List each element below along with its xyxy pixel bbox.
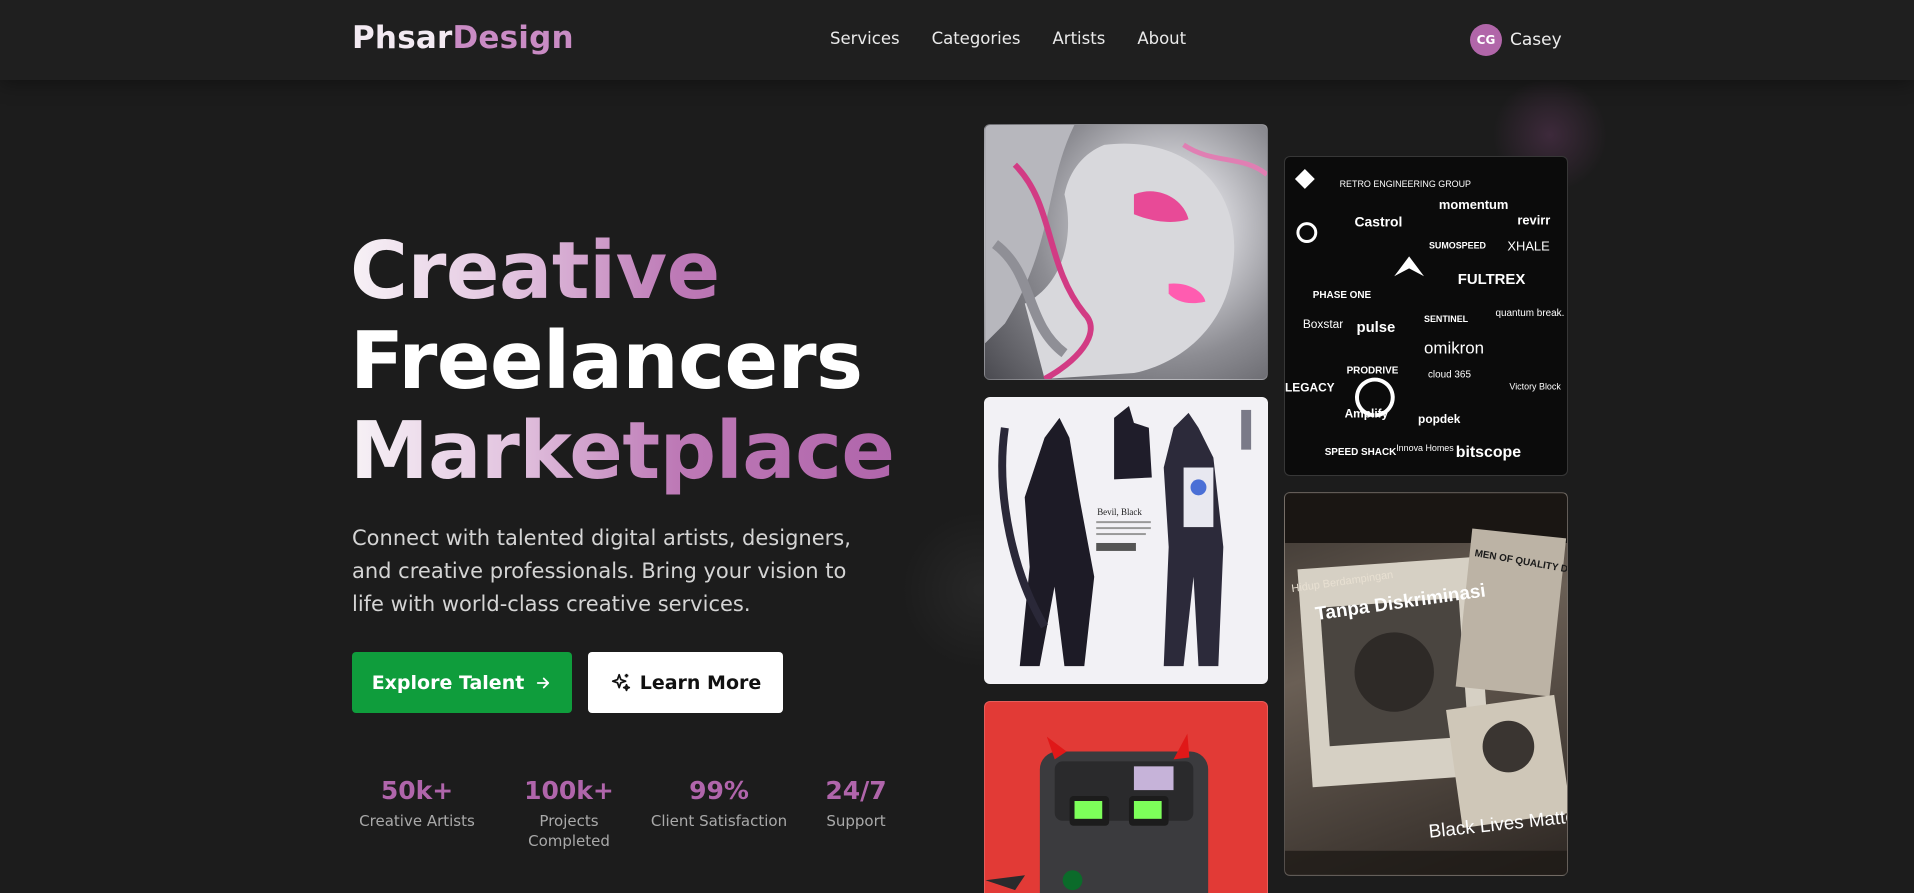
stat-satisfaction: 99% Client Satisfaction bbox=[644, 776, 794, 831]
headline-line-2: Freelancers bbox=[350, 315, 863, 407]
hero-headline: Creative Freelancers Marketplace bbox=[350, 226, 895, 496]
logo-text: LEGACY bbox=[1285, 380, 1335, 394]
gallery-image-chrome-face[interactable] bbox=[984, 124, 1268, 380]
logo-text: bitscope bbox=[1456, 444, 1521, 461]
logo-text: PRODRIVE bbox=[1347, 366, 1399, 377]
gallery-image-robot[interactable] bbox=[984, 701, 1268, 893]
explore-talent-label: Explore Talent bbox=[371, 671, 525, 694]
logo-text: SPEED SHACK bbox=[1325, 447, 1397, 458]
poster-collage-illustration: Hidup Berdampingan Tanpa Diskriminasi ME… bbox=[1285, 493, 1567, 875]
user-menu[interactable]: CG Casey bbox=[1470, 24, 1562, 56]
stat-artists: 50k+ Creative Artists bbox=[352, 776, 482, 831]
logo-text: pulse bbox=[1356, 320, 1395, 336]
stat-value: 100k+ bbox=[524, 776, 614, 805]
logo-text: popdek bbox=[1418, 412, 1461, 426]
logo-text: cloud 365 bbox=[1428, 370, 1471, 381]
logo-text: revirr bbox=[1517, 213, 1550, 228]
logo-text: Boxstar bbox=[1303, 317, 1343, 331]
sparkles-icon bbox=[610, 672, 632, 694]
logo-text: RETRO ENGINEERING GROUP bbox=[1340, 179, 1471, 189]
stat-value: 24/7 bbox=[825, 776, 887, 805]
logo-text: Castrol bbox=[1355, 214, 1403, 230]
stat-label: Client Satisfaction bbox=[650, 812, 788, 830]
character-name-label: Bevil, Black bbox=[1097, 507, 1142, 517]
stat-label: Support bbox=[826, 812, 886, 830]
learn-more-button[interactable]: Learn More bbox=[588, 652, 783, 713]
stat-label: Projects Completed bbox=[528, 812, 610, 850]
brand-logo[interactable]: PhsarDesign bbox=[352, 20, 574, 56]
logo-text: FULTREX bbox=[1458, 272, 1526, 288]
stat-projects: 100k+ Projects Completed bbox=[504, 776, 634, 851]
explore-talent-button[interactable]: Explore Talent bbox=[352, 652, 572, 713]
gallery-image-poster-collage[interactable]: Hidup Berdampingan Tanpa Diskriminasi ME… bbox=[1284, 492, 1568, 876]
nav-links: Services Categories Artists About bbox=[830, 29, 1218, 48]
nav-link-services[interactable]: Services bbox=[830, 29, 900, 48]
stat-label: Creative Artists bbox=[359, 812, 475, 830]
nav-link-artists[interactable]: Artists bbox=[1053, 29, 1106, 48]
gallery-image-character-sheet[interactable]: Bevil, Black bbox=[984, 397, 1268, 684]
logo-text: Victory Block bbox=[1509, 381, 1561, 391]
hero-subtitle: Connect with talented digital artists, d… bbox=[352, 526, 851, 616]
logo-text: SENTINEL bbox=[1424, 314, 1469, 324]
logo-text: omikron bbox=[1424, 339, 1484, 358]
top-navbar: PhsarDesign Services Categories Artists … bbox=[0, 0, 1914, 80]
headline-line-1: Creative bbox=[350, 226, 895, 316]
arrow-right-icon bbox=[534, 674, 552, 692]
character-sheet-illustration: Bevil, Black bbox=[998, 405, 1252, 667]
gallery-image-logo-wall[interactable]: RETRO ENGINEERING GROUP momentum revirr … bbox=[1284, 156, 1568, 476]
user-name: Casey bbox=[1510, 30, 1562, 50]
stat-value: 50k+ bbox=[380, 776, 454, 805]
stat-support: 24/7 Support bbox=[806, 776, 906, 831]
logo-text: XHALE bbox=[1507, 238, 1550, 253]
robot-illustration bbox=[985, 733, 1209, 893]
headline-line-3: Marketplace bbox=[350, 405, 895, 497]
logo-text: SUMOSPEED bbox=[1429, 240, 1487, 250]
logo-text: quantum break. bbox=[1496, 308, 1565, 319]
nav-link-categories[interactable]: Categories bbox=[932, 29, 1021, 48]
logo-text: PHASE ONE bbox=[1313, 290, 1372, 301]
logo-text: Innova Homes bbox=[1396, 443, 1454, 453]
logo-part-1: Phsar bbox=[352, 20, 453, 56]
avatar: CG bbox=[1470, 24, 1502, 56]
stat-value: 99% bbox=[689, 776, 749, 805]
logo-part-2: Design bbox=[452, 20, 574, 56]
logo-text: momentum bbox=[1439, 197, 1508, 212]
chrome-face-illustration bbox=[985, 125, 1267, 379]
nav-link-about[interactable]: About bbox=[1137, 29, 1186, 48]
learn-more-label: Learn More bbox=[639, 671, 762, 694]
logo-wall-illustration: RETRO ENGINEERING GROUP momentum revirr … bbox=[1285, 169, 1565, 461]
